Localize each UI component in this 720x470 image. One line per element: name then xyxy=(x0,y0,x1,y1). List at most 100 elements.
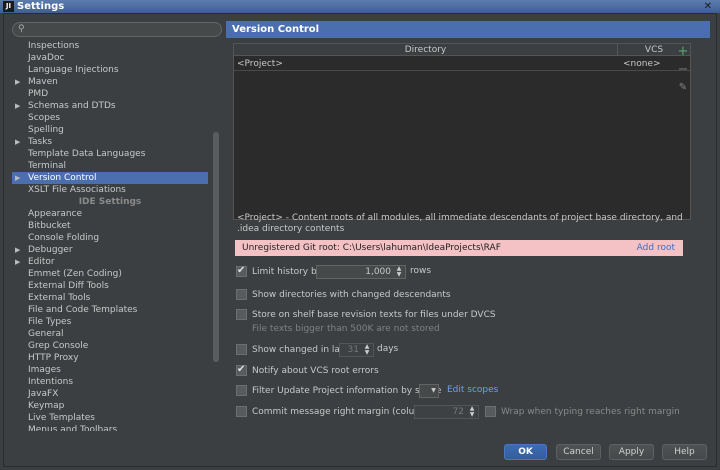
stepper-arrows-icon[interactable]: ▲ ▼ xyxy=(361,344,373,356)
changed-days-stepper[interactable]: 31 ▲ ▼ xyxy=(339,343,374,357)
sidebar-item-emmet-zen-coding[interactable]: Emmet (Zen Coding) xyxy=(12,268,208,280)
sidebar-item-console-folding[interactable]: Console Folding xyxy=(12,232,208,244)
expand-arrow-icon[interactable]: ▶ xyxy=(15,136,20,148)
history-limit-stepper[interactable]: 1,000 ▲ ▼ xyxy=(316,265,406,279)
sidebar-item-label: External Diff Tools xyxy=(28,281,109,291)
sidebar-item-file-and-code-templates[interactable]: File and Code Templates xyxy=(12,304,208,316)
shelve-checkbox[interactable] xyxy=(236,309,247,320)
sidebar-item-images[interactable]: Images xyxy=(12,364,208,376)
sidebar-item-file-types[interactable]: File Types xyxy=(12,316,208,328)
table-row[interactable]: <Project> <none> xyxy=(234,57,690,71)
search-input[interactable]: ⚲ xyxy=(12,22,222,37)
sidebar-item-label: External Tools xyxy=(28,293,91,303)
expand-arrow-icon[interactable]: ▶ xyxy=(15,76,20,88)
app-icon: JI xyxy=(3,1,14,12)
sidebar-item-label: Menus and Toolbars xyxy=(28,425,118,431)
stepper-arrows-icon[interactable]: ▲ ▼ xyxy=(393,266,405,278)
sidebar-item-label: JavaDoc xyxy=(28,53,65,63)
sidebar-item-label: HTTP Proxy xyxy=(28,353,79,363)
limit-history-checkbox[interactable] xyxy=(236,264,247,278)
scrollbar-thumb[interactable] xyxy=(213,132,219,362)
show-dirs-checkbox[interactable] xyxy=(236,289,247,300)
commit-margin-option: Commit message right margin (columns): xyxy=(236,405,440,419)
show-changed-checkbox[interactable] xyxy=(236,344,247,355)
close-icon[interactable]: ✕ xyxy=(704,0,712,13)
remove-icon[interactable]: − xyxy=(676,63,690,77)
wrap-checkbox[interactable] xyxy=(485,406,496,417)
notify-label: Notify about VCS root errors xyxy=(252,366,379,376)
help-button[interactable]: Help xyxy=(662,444,707,460)
commit-margin-checkbox[interactable] xyxy=(236,406,247,417)
shelve-note: File texts bigger than 500K are not stor… xyxy=(252,324,440,334)
sidebar-item-external-tools[interactable]: External Tools xyxy=(12,292,208,304)
roots-description: <Project> - Content roots of all modules… xyxy=(237,213,683,234)
sidebar-item-label: Console Folding xyxy=(28,233,100,243)
settings-dialog: ⚲ Inspections JavaDoc Language Injections ▶… xyxy=(3,13,717,467)
sidebar-item-editor[interactable]: ▶ Editor xyxy=(12,256,208,268)
column-directory[interactable]: Directory xyxy=(234,44,618,56)
notify-option: Notify about VCS root errors xyxy=(236,363,436,378)
search-icon: ⚲ xyxy=(18,24,25,34)
sidebar-item-grep-console[interactable]: Grep Console xyxy=(12,340,208,352)
sidebar-item-spelling[interactable]: Spelling xyxy=(12,124,208,136)
sidebar-item-template-data-languages[interactable]: Template Data Languages xyxy=(12,148,208,160)
commit-margin-label: Commit message right margin (columns): xyxy=(252,407,441,417)
sidebar-item-version-control[interactable]: ▶ Version Control xyxy=(12,172,208,184)
sidebar-item-bitbucket[interactable]: Bitbucket xyxy=(12,220,208,232)
commit-margin-stepper[interactable]: 72 ▲ ▼ xyxy=(414,405,479,419)
sidebar-item-general[interactable]: General xyxy=(12,328,208,340)
sidebar-item-label: Grep Console xyxy=(28,341,89,351)
sidebar-item-label: Bitbucket xyxy=(28,221,71,231)
cell-vcs[interactable]: <none> xyxy=(623,59,661,69)
ok-button[interactable]: OK xyxy=(504,444,547,460)
commit-margin-value: 72 xyxy=(452,407,464,417)
sidebar-item-terminal[interactable]: Terminal xyxy=(12,160,208,172)
edit-scopes-link[interactable]: Edit scopes xyxy=(447,385,498,395)
sidebar-item-label: Keymap xyxy=(28,401,65,411)
add-root-link[interactable]: Add root xyxy=(637,240,675,256)
sidebar-item-label: Schemas and DTDs xyxy=(28,101,116,111)
warning-banner: Unregistered Git root: C:\Users\lahuman\… xyxy=(235,240,683,256)
sidebar-item-appearance[interactable]: Appearance xyxy=(12,208,208,220)
history-limit-value: 1,000 xyxy=(365,267,391,277)
sidebar-item-label: Language Injections xyxy=(28,65,119,75)
tree-section-header: IDE Settings xyxy=(78,197,142,207)
sidebar-item-xslt-file-associations[interactable]: XSLT File Associations xyxy=(12,184,208,196)
scope-select[interactable]: ▼ xyxy=(419,384,439,398)
sidebar-item-language-injections[interactable]: Language Injections xyxy=(12,64,208,76)
sidebar-item-menus-and-toolbars[interactable]: Menus and Toolbars xyxy=(12,424,208,431)
expand-arrow-icon[interactable]: ▶ xyxy=(15,256,20,268)
sidebar-item-label: PMD xyxy=(28,89,49,99)
sidebar-item-scopes[interactable]: Scopes xyxy=(12,112,208,124)
sidebar-item-inspections[interactable]: Inspections xyxy=(12,40,208,52)
apply-button[interactable]: Apply xyxy=(609,444,654,460)
filter-update-label: Filter Update Project information by sco… xyxy=(252,386,442,396)
sidebar-item-javadoc[interactable]: JavaDoc xyxy=(12,52,208,64)
sidebar-item-http-proxy[interactable]: HTTP Proxy xyxy=(12,352,208,364)
expand-arrow-icon[interactable]: ▶ xyxy=(15,100,20,112)
sidebar-item-external-diff-tools[interactable]: External Diff Tools xyxy=(12,280,208,292)
sidebar-item-live-templates[interactable]: Live Templates xyxy=(12,412,208,424)
sidebar-item-debugger[interactable]: ▶ Debugger xyxy=(12,244,208,256)
expand-arrow-icon[interactable]: ▶ xyxy=(15,244,20,256)
sidebar-item-label: General xyxy=(28,329,64,339)
notify-checkbox[interactable] xyxy=(236,363,247,377)
cancel-button[interactable]: Cancel xyxy=(556,444,601,460)
sidebar-item-maven[interactable]: ▶ Maven xyxy=(12,76,208,88)
sidebar-item-label: Version Control xyxy=(28,173,97,183)
sidebar-item-pmd[interactable]: PMD xyxy=(12,88,208,100)
sidebar-item-intentions[interactable]: Intentions xyxy=(12,376,208,388)
edit-icon[interactable]: ✎ xyxy=(676,81,690,95)
add-icon[interactable]: + xyxy=(676,45,690,59)
wrap-option: Wrap when typing reaches right margin xyxy=(485,405,680,419)
sidebar-item-javafx[interactable]: JavaFX xyxy=(12,388,208,400)
vcs-mappings-table[interactable]: Directory VCS <Project> <none> xyxy=(233,43,691,220)
sidebar-item-schemas-and-dtds[interactable]: ▶ Schemas and DTDs xyxy=(12,100,208,112)
limit-history-label: Limit history by: xyxy=(252,267,325,277)
sidebar-item-tasks[interactable]: ▶ Tasks xyxy=(12,136,208,148)
expand-arrow-icon[interactable]: ▶ xyxy=(15,172,20,184)
stepper-arrows-icon[interactable]: ▲ ▼ xyxy=(466,406,478,418)
filter-update-checkbox[interactable] xyxy=(236,385,247,396)
tree-scrollbar[interactable] xyxy=(212,40,220,431)
sidebar-item-keymap[interactable]: Keymap xyxy=(12,400,208,412)
